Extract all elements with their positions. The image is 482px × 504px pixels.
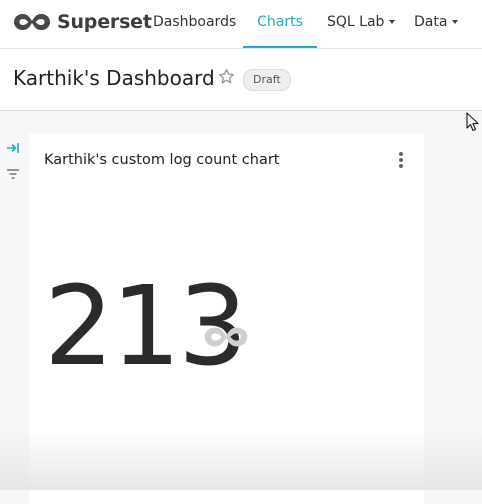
loading-spinner-icon	[202, 324, 250, 354]
expand-right-icon[interactable]	[6, 139, 20, 158]
nav-data-label: Data	[414, 14, 448, 30]
nav-dashboards-label: Dashboards	[153, 14, 237, 30]
chart-card: Karthik's custom log count chart 213	[29, 134, 424, 504]
superset-logo-icon	[14, 14, 50, 30]
superset-logo[interactable]: Superset	[12, 10, 152, 34]
nav-sql-lab[interactable]: SQL Lab	[327, 0, 396, 47]
status-badge[interactable]: Draft	[243, 69, 291, 91]
chevron-down-icon	[452, 20, 459, 24]
filter-icon[interactable]	[6, 165, 20, 184]
nav-charts-label: Charts	[257, 14, 303, 30]
top-navbar: Superset Dashboards Charts SQL Lab Data	[0, 0, 482, 49]
chevron-down-icon	[389, 20, 396, 24]
nav-dashboards[interactable]: Dashboards	[153, 0, 236, 47]
star-outline-icon[interactable]	[218, 68, 235, 90]
dashboard-title[interactable]: Karthik's Dashboard	[13, 66, 215, 90]
nav-data[interactable]: Data	[414, 0, 459, 47]
nav-sql-lab-label: SQL Lab	[327, 14, 385, 30]
dashboard-header: Karthik's Dashboard Draft	[0, 49, 482, 111]
mouse-cursor-icon	[466, 112, 480, 136]
chart-title[interactable]: Karthik's custom log count chart	[44, 152, 279, 168]
vertical-ellipsis-icon[interactable]	[398, 152, 404, 168]
nav-charts[interactable]: Charts	[243, 0, 317, 48]
brand-name: Superset	[57, 11, 152, 33]
